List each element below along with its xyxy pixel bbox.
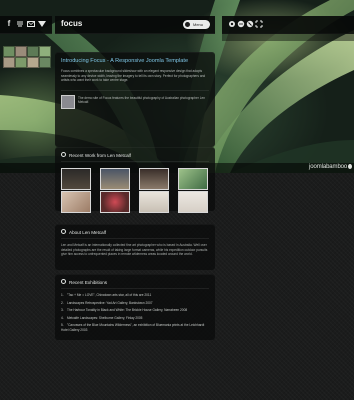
wrench-icon[interactable] xyxy=(246,20,254,28)
section-title: About Len Metcalf xyxy=(61,229,106,235)
social-bar: f xyxy=(0,16,52,34)
work-thumbnail[interactable] xyxy=(139,191,169,213)
slide-thumb[interactable] xyxy=(39,57,51,68)
menu-icon xyxy=(185,22,190,27)
facebook-icon[interactable]: f xyxy=(5,20,13,28)
divider xyxy=(61,288,209,289)
exhibition-text: "Tao + Me = LOVE", Chinatown arts star, … xyxy=(67,293,152,297)
slide-thumb[interactable] xyxy=(3,46,15,57)
exhibitions-title: Recent Exhibitions xyxy=(69,280,108,285)
about-body: Len and Metcalf is an internationally co… xyxy=(61,243,208,257)
work-thumbnail[interactable] xyxy=(178,168,208,190)
site-title[interactable]: focus xyxy=(61,19,82,28)
menu-button[interactable]: Menu xyxy=(183,20,210,29)
list-item: 5. "Canvases of the Blue Mountains Wilder… xyxy=(61,323,205,332)
work-thumbnail[interactable] xyxy=(100,168,130,190)
brand-label: joomlabamboo xyxy=(309,164,348,170)
section-bullet-icon xyxy=(61,152,66,157)
slide-thumb[interactable] xyxy=(15,57,27,68)
slide-thumb[interactable] xyxy=(39,46,51,57)
exhibition-text: The Harbour Tonality in Black and White:… xyxy=(67,308,188,313)
about-panel: About Len Metcalf Len and Metcalf is an … xyxy=(55,224,215,270)
twitter-icon[interactable] xyxy=(16,20,24,28)
list-item: 3. The Harbour Tonality in Black and Whit… xyxy=(61,308,188,313)
header-bar: focus Menu xyxy=(55,16,215,34)
work-thumbnail[interactable] xyxy=(61,168,91,190)
section-title: Recent Exhibitions xyxy=(61,279,107,285)
intro-caption: The demo site of Focus features the beau… xyxy=(78,96,206,105)
exhibitions-panel: Recent Exhibitions 1. "Tao + Me = LOVE", … xyxy=(55,274,215,340)
exhibition-text: "Canvases of the Blue Mountains Wilderne… xyxy=(61,323,205,332)
intro-panel: Introducing Focus - A Responsive Joomla … xyxy=(55,52,215,147)
divider xyxy=(61,161,209,162)
section-title: Recent Work from Len Metcalf xyxy=(61,152,131,158)
about-title: About Len Metcalf xyxy=(69,230,107,235)
slide-thumb[interactable] xyxy=(27,46,39,57)
recent-work-panel: Recent Work from Len Metcalf xyxy=(55,147,215,213)
menu-label: Menu xyxy=(193,22,204,27)
divider xyxy=(61,238,209,239)
exhibition-text: Metcalfe Landscapes: Shelburne Gallery, … xyxy=(67,315,143,320)
email-icon[interactable] xyxy=(27,20,35,28)
toolbar-right xyxy=(222,16,354,34)
work-thumbnail[interactable] xyxy=(178,191,208,213)
slide-thumb[interactable] xyxy=(15,46,27,57)
list-item: 4. Metcalfe Landscapes: Shelburne Gallery… xyxy=(61,315,143,320)
expand-icon[interactable] xyxy=(255,20,263,28)
section-bullet-icon xyxy=(61,279,66,284)
right-panel-strip xyxy=(222,33,354,41)
settings-icon[interactable] xyxy=(228,20,236,28)
work-thumbnail[interactable] xyxy=(100,191,130,213)
recent-work-title: Recent Work from Len Metcalf xyxy=(69,153,131,158)
bamboo-icon xyxy=(348,164,353,169)
exhibition-text: Landscapes Retrospective: Yad Art Galler… xyxy=(67,300,153,305)
slide-thumb[interactable] xyxy=(3,57,15,68)
divider xyxy=(61,90,209,91)
intro-body: Focus combines a spectacular background … xyxy=(61,69,206,83)
rss-icon[interactable] xyxy=(38,20,46,28)
globe-icon[interactable] xyxy=(237,20,245,28)
list-item: 1. "Tao + Me = LOVE", Chinatown arts star… xyxy=(61,293,152,297)
work-thumbnail[interactable] xyxy=(139,168,169,190)
footer-brand-logo[interactable]: joomlabamboo xyxy=(309,164,353,170)
work-thumbnail[interactable] xyxy=(61,191,91,213)
section-bullet-icon xyxy=(61,229,66,234)
slide-thumb[interactable] xyxy=(27,57,39,68)
list-item: 2. Landscapes Retrospective: Yad Art Gall… xyxy=(61,300,153,305)
intro-title: Introducing Focus - A Responsive Joomla … xyxy=(61,58,189,64)
exhibitions-list: 1. "Tao + Me = LOVE", Chinatown arts star… xyxy=(61,293,211,335)
photographer-avatar xyxy=(61,95,75,109)
